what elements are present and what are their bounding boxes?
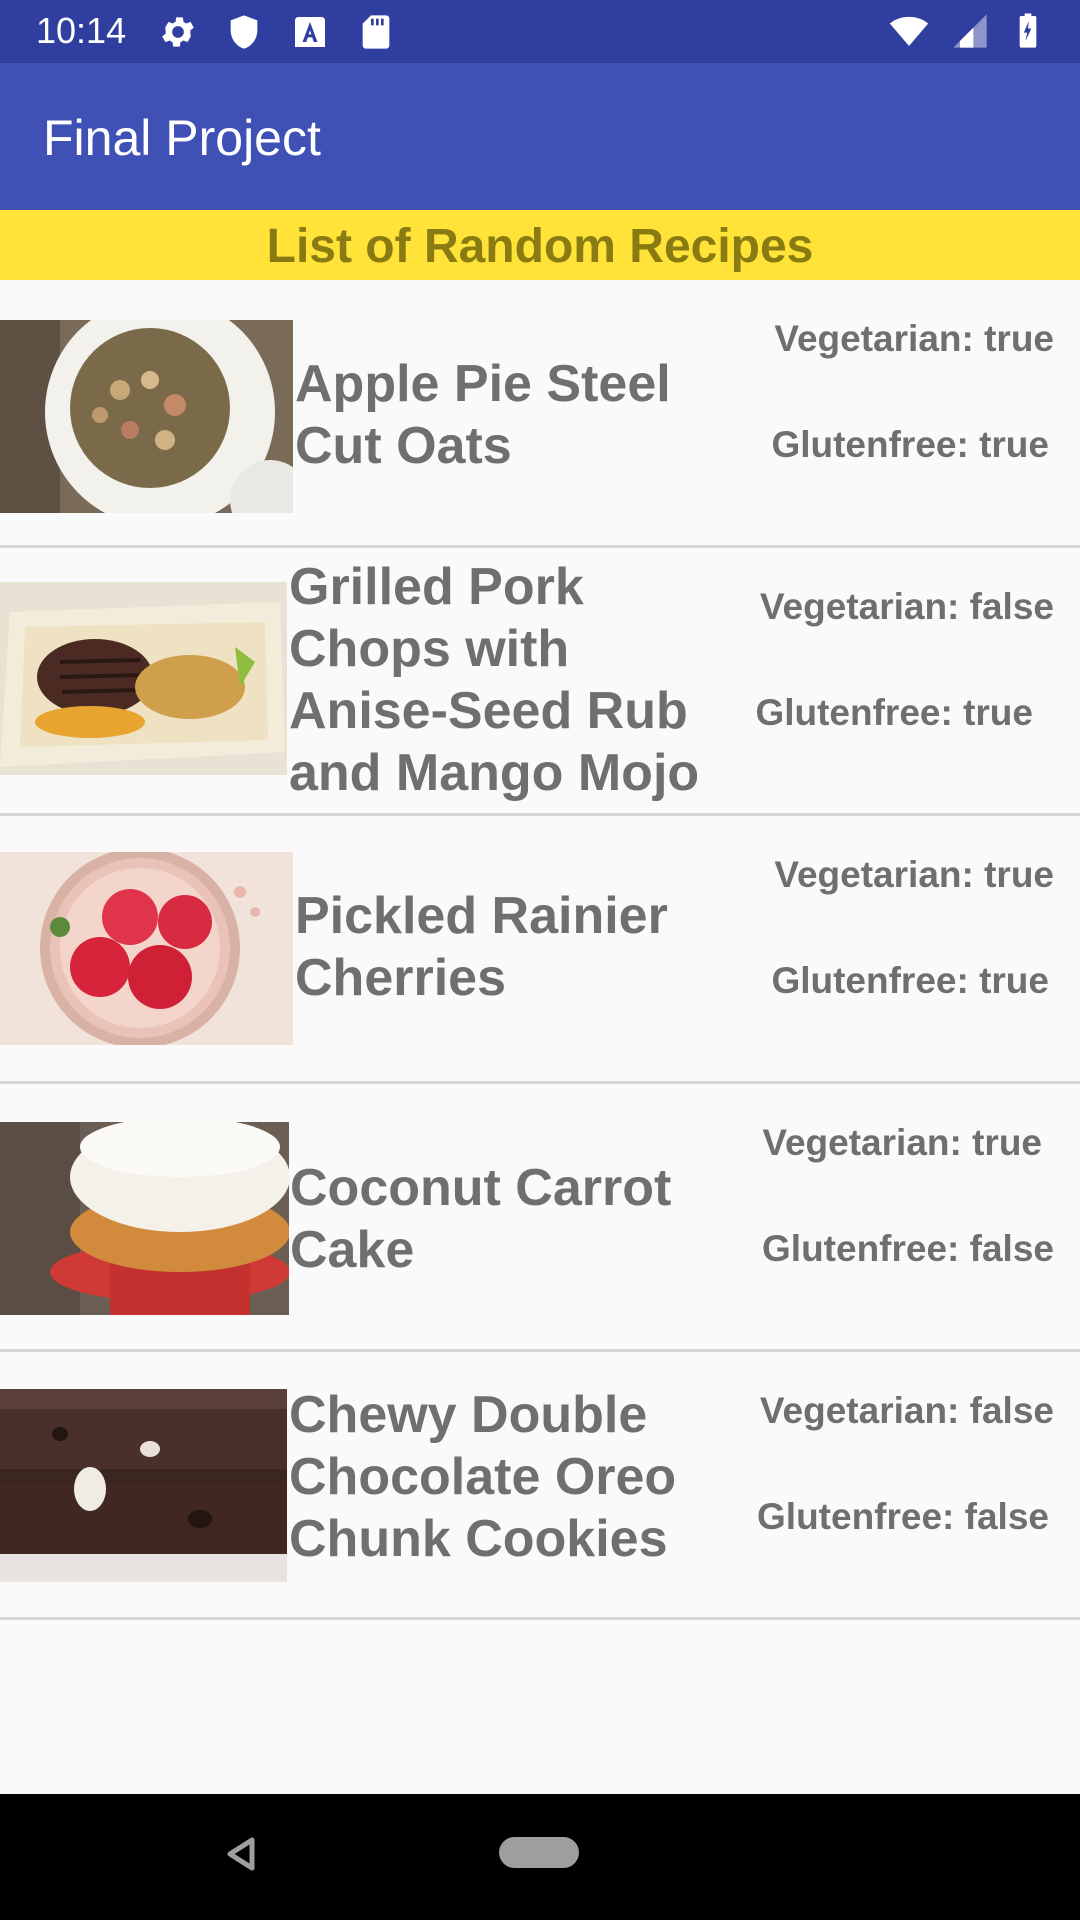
glutenfree-label: Glutenfree: false	[757, 1496, 1049, 1537]
recipe-title: Apple Pie Steel Cut Oats	[295, 355, 671, 475]
sd-card-icon	[362, 15, 390, 49]
recipe-image	[0, 320, 293, 513]
battery-icon	[1019, 13, 1037, 48]
glutenfree-label: Glutenfree: false	[762, 1228, 1054, 1269]
recipe-item[interactable]: Pickled Rainier Cherries Vegetarian: tru…	[0, 816, 1080, 1084]
status-time: 10:14	[36, 10, 127, 51]
recipe-title: Pickled Rainier Cherries	[295, 887, 668, 1007]
recipe-image	[0, 1389, 287, 1582]
recipe-item[interactable]: Coconut Carrot Cake Vegetarian: true Glu…	[0, 1084, 1080, 1352]
back-icon[interactable]	[222, 1834, 258, 1874]
app-title: Final Project	[43, 110, 321, 166]
a-icon	[295, 17, 325, 47]
shield-icon	[230, 15, 258, 49]
vegetarian-label: Vegetarian: false	[759, 1390, 1054, 1431]
home-icon[interactable]	[499, 1837, 579, 1868]
recipe-item[interactable]: Chewy Double Chocolate Oreo Chunk Cookie…	[0, 1352, 1080, 1620]
glutenfree-label: Glutenfree: true	[771, 424, 1049, 465]
vegetarian-label: Vegetarian: true	[774, 318, 1054, 359]
glutenfree-label: Glutenfree: true	[771, 960, 1049, 1001]
vegetarian-label: Vegetarian: false	[759, 586, 1054, 627]
status-bar: 10:14	[0, 0, 1080, 63]
list-header-banner: List of Random Recipes	[0, 210, 1080, 280]
recipe-list[interactable]: Apple Pie Steel Cut Oats Vegetarian: tru…	[0, 280, 1080, 1620]
recipe-title: Coconut Carrot Cake	[290, 1159, 672, 1279]
navigation-bar	[0, 1794, 1080, 1920]
recipe-item[interactable]: Grilled Pork Chops with Anise-Seed Rub a…	[0, 548, 1080, 816]
vegetarian-label: Vegetarian: true	[762, 1122, 1042, 1163]
recipe-image	[0, 1122, 289, 1315]
gear-icon	[162, 17, 194, 47]
status-icons-right	[886, 11, 1048, 51]
recipe-item[interactable]: Apple Pie Steel Cut Oats Vegetarian: tru…	[0, 280, 1080, 548]
signal-icon	[953, 14, 987, 48]
recipe-image	[0, 582, 287, 775]
glutenfree-label: Glutenfree: true	[755, 692, 1033, 733]
recipe-image	[0, 852, 293, 1045]
wifi-icon	[889, 16, 929, 46]
banner-title: List of Random Recipes	[266, 220, 814, 273]
status-icons-left	[158, 12, 396, 52]
recipe-title: Chewy Double Chocolate Oreo Chunk Cookie…	[289, 1386, 677, 1568]
app-bar: Final Project	[0, 63, 1080, 210]
recipe-title: Grilled Pork Chops with Anise-Seed Rub a…	[289, 558, 700, 802]
vegetarian-label: Vegetarian: true	[774, 854, 1054, 895]
